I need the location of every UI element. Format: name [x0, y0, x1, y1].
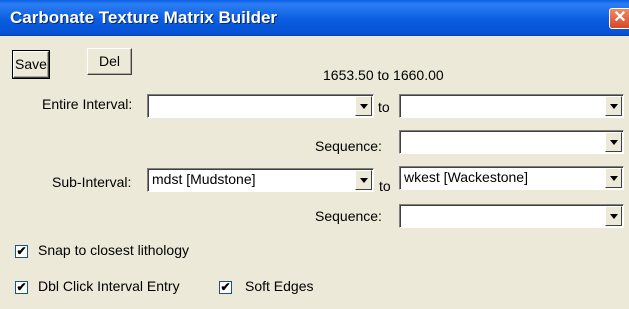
- sub-sequence-label: Sequence:: [315, 208, 382, 224]
- save-button[interactable]: Save: [12, 50, 50, 79]
- snap-checkbox[interactable]: ✔: [15, 245, 28, 258]
- sub-interval-to-label: to: [379, 178, 391, 194]
- sub-interval-from-select[interactable]: mdst [Mudstone]: [147, 168, 374, 192]
- chevron-down-icon[interactable]: [355, 170, 372, 190]
- title-bar[interactable]: Carbonate Texture Matrix Builder ✕: [0, 0, 629, 36]
- depth-range-text: 1653.50 to 1660.00: [323, 67, 444, 83]
- close-icon: ✕: [613, 9, 627, 26]
- entire-interval-from-select[interactable]: [147, 94, 374, 118]
- entire-interval-to-select[interactable]: [399, 94, 624, 118]
- chevron-down-icon[interactable]: [605, 168, 622, 188]
- sub-interval-to-select[interactable]: wkest [Wackestone]: [399, 166, 624, 190]
- dbl-click-checkbox[interactable]: ✔: [15, 281, 28, 294]
- entire-sequence-select[interactable]: [399, 130, 624, 154]
- soft-edges-checkbox[interactable]: ✔: [219, 281, 232, 294]
- chevron-down-icon[interactable]: [355, 96, 372, 116]
- delete-button[interactable]: Del: [87, 48, 132, 75]
- sub-interval-label: Sub-Interval:: [52, 174, 132, 190]
- chevron-down-icon[interactable]: [605, 132, 622, 152]
- sub-interval-to-value: wkest [Wackestone]: [404, 169, 528, 185]
- snap-label: Snap to closest lithology: [38, 242, 189, 258]
- dialog-body: Save Del 1653.50 to 1660.00 Entire Inter…: [5, 36, 624, 309]
- chevron-down-icon[interactable]: [605, 96, 622, 116]
- chevron-down-icon[interactable]: [605, 206, 622, 226]
- dbl-click-label: Dbl Click Interval Entry: [38, 278, 180, 294]
- entire-sequence-label: Sequence:: [315, 138, 382, 154]
- soft-edges-label: Soft Edges: [245, 278, 314, 294]
- entire-interval-to-label: to: [378, 99, 390, 115]
- entire-interval-label: Entire Interval:: [42, 96, 133, 112]
- sub-sequence-select[interactable]: [399, 204, 624, 228]
- window-title: Carbonate Texture Matrix Builder: [10, 8, 278, 27]
- close-button[interactable]: ✕: [609, 8, 629, 29]
- sub-interval-from-value: mdst [Mudstone]: [152, 171, 256, 187]
